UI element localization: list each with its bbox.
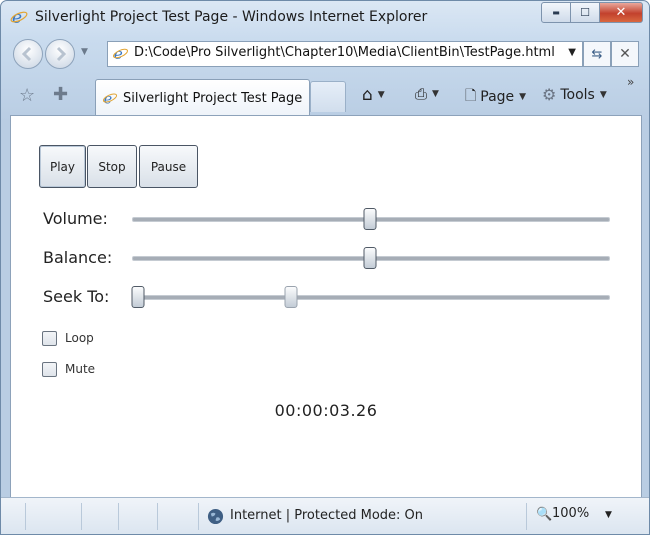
status-segment [82, 503, 119, 530]
more-commands-chevron-icon[interactable]: » [627, 75, 634, 89]
address-bar[interactable]: e D:\Code\Pro Silverlight\Chapter10\Medi… [107, 41, 583, 67]
refresh-button[interactable]: ⇆ [583, 41, 611, 67]
maximize-icon: ☐ [580, 6, 590, 19]
back-button[interactable] [13, 39, 43, 69]
new-tab-button[interactable] [310, 81, 346, 112]
status-segment [158, 503, 199, 530]
address-dropdown-icon[interactable]: ▼ [568, 47, 576, 58]
status-segment [1, 503, 26, 530]
page-dropdown-icon: ▼ [519, 92, 527, 102]
add-favorites-icon[interactable]: ✚ [53, 84, 68, 105]
volume-slider-thumb[interactable] [363, 208, 377, 230]
seek-slider-track[interactable] [132, 295, 610, 300]
print-dropdown-icon[interactable]: ▼ [432, 89, 439, 99]
security-zone-status[interactable]: Internet | Protected Mode: On [230, 508, 423, 523]
minimize-button[interactable]: ▬ [541, 2, 571, 23]
tools-gear-icon: ⚙ [542, 85, 557, 104]
minimize-icon: ▬ [552, 8, 560, 17]
zoom-level[interactable]: 100% [552, 506, 589, 521]
page-menu-label: Page [480, 89, 515, 105]
stop-media-button[interactable]: Stop [87, 145, 137, 188]
balance-slider-thumb[interactable] [363, 247, 377, 269]
favorites-star-icon[interactable]: ☆ [19, 85, 35, 106]
caption-buttons: ▬ ☐ ✕ [541, 2, 643, 23]
title-bar: e Silverlight Project Test Page - Window… [1, 1, 649, 35]
stop-icon: ✕ [619, 46, 631, 62]
balance-label: Balance: [43, 248, 113, 267]
window-title: Silverlight Project Test Page - Windows … [35, 9, 428, 25]
tools-menu[interactable]: ⚙ Tools ▼ [542, 85, 607, 104]
mute-label[interactable]: Mute [65, 362, 95, 376]
ie-logo-icon: e [10, 8, 28, 26]
ie-page-icon: e [113, 45, 128, 62]
tab-active[interactable]: e Silverlight Project Test Page [95, 79, 310, 116]
globe-icon [207, 508, 224, 525]
recent-pages-dropdown[interactable]: ▼ [81, 47, 88, 57]
browser-window: e Silverlight Project Test Page - Window… [0, 0, 650, 535]
pause-button[interactable]: Pause [139, 145, 198, 188]
print-icon: ⎙ [415, 85, 428, 103]
svg-text:e: e [104, 91, 112, 106]
loop-label[interactable]: Loop [65, 331, 94, 345]
status-segment [26, 503, 82, 530]
print-button[interactable]: ⎙ ▼ [415, 85, 439, 103]
tab-row: ☆ ✚ e Silverlight Project Test Page ⌂ ▼ ⎙… [1, 73, 649, 116]
home-icon: ⌂ [362, 85, 373, 105]
tools-menu-label: Tools [560, 86, 595, 103]
address-row: ▼ e D:\Code\Pro Silverlight\Chapter10\Me… [1, 35, 649, 73]
zoom-dropdown-icon[interactable]: ▼ [605, 510, 612, 520]
status-segment [119, 503, 158, 530]
page-menu[interactable]: 🗋 Page ▼ [465, 85, 526, 109]
volume-label: Volume: [43, 209, 108, 228]
forward-button[interactable] [45, 39, 75, 69]
stop-button[interactable]: ✕ [611, 41, 639, 67]
page-icon: 🗋 [465, 88, 477, 104]
mute-checkbox[interactable] [42, 362, 57, 377]
forward-icon [56, 46, 67, 62]
back-icon [21, 46, 32, 62]
loop-checkbox[interactable] [42, 331, 57, 346]
play-button[interactable]: Play [39, 145, 86, 188]
refresh-icon: ⇆ [591, 46, 603, 62]
seek-buffer-marker [284, 286, 298, 308]
elapsed-time: 00:00:03.26 [274, 401, 378, 420]
silverlight-content: Play Stop Pause Volume: Balance: Seek To… [10, 115, 642, 498]
seek-slider-thumb[interactable] [131, 286, 145, 308]
home-button[interactable]: ⌂ ▼ [362, 85, 385, 105]
close-button[interactable]: ✕ [599, 2, 643, 23]
maximize-button[interactable]: ☐ [571, 2, 599, 23]
close-icon: ✕ [615, 5, 627, 20]
home-dropdown-icon[interactable]: ▼ [378, 90, 385, 100]
tab-label: Silverlight Project Test Page [123, 91, 303, 106]
tools-dropdown-icon: ▼ [599, 89, 607, 100]
seek-label: Seek To: [43, 287, 110, 306]
zoom-icon[interactable]: 🔍 [536, 507, 552, 522]
ie-tab-icon: e [102, 91, 118, 106]
status-bar: Internet | Protected Mode: On 🔍 100% ▼ [1, 497, 649, 534]
address-url[interactable]: D:\Code\Pro Silverlight\Chapter10\Media\… [134, 45, 555, 60]
